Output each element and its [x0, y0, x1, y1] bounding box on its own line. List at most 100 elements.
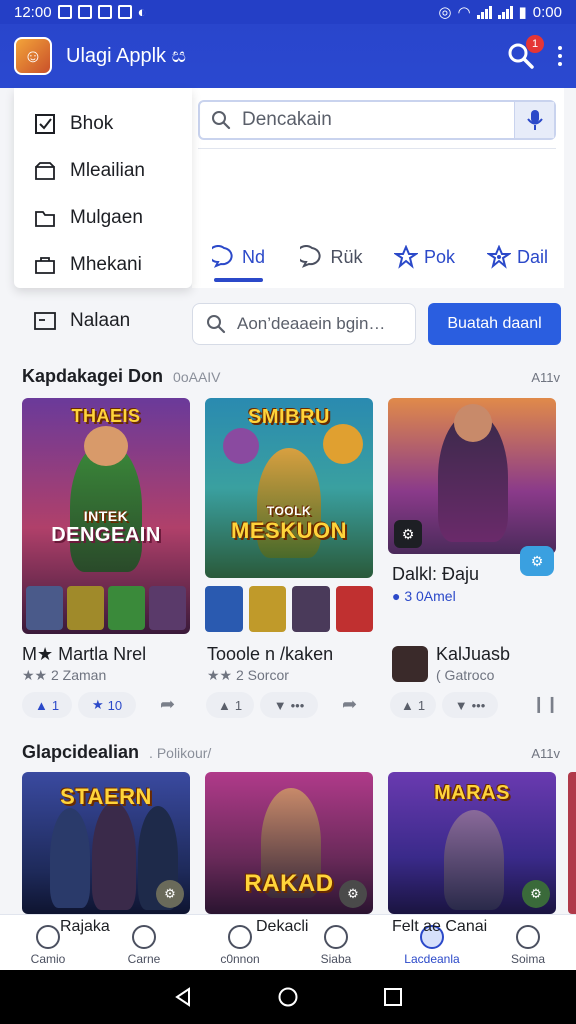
- status-bar: 12:00 ◐ ◎ ◠ ▮ 0:00: [0, 0, 576, 24]
- controller-icon: [132, 925, 156, 949]
- microphone-icon: [526, 110, 543, 130]
- section-title: Glapcidealian: [22, 742, 140, 762]
- drawer-item-mulgaen[interactable]: Mulgaen: [14, 194, 192, 241]
- game-card-image[interactable]: RAKAD ⚙: [205, 772, 373, 914]
- game-card-image[interactable]: STAERN ⚙: [22, 772, 190, 914]
- game-title[interactable]: Tooole n /kaken: [207, 644, 333, 665]
- notification-icon: [77, 5, 92, 19]
- notification-icon: [97, 5, 112, 19]
- check-circle-icon: [324, 925, 348, 949]
- search-panel: Dencakain Nd Rük Pok Dail: [192, 88, 564, 288]
- drawer-item-label: Mhekani: [70, 253, 142, 275]
- system-navigation-bar: [0, 970, 576, 1024]
- drawer-item-bhok[interactable]: Bhok: [14, 100, 192, 147]
- drawer-item-label: Mleailian: [70, 159, 145, 181]
- search-icon: [207, 315, 226, 334]
- comment-button[interactable]: ▼ •••: [442, 692, 498, 718]
- share-icon[interactable]: ➦: [342, 694, 357, 715]
- like-button[interactable]: ▲ 1: [390, 692, 436, 718]
- game-card-image[interactable]: THAEIS INTEK DENGEAIN: [22, 398, 190, 634]
- avatar[interactable]: [292, 586, 330, 632]
- nav-item-soima[interactable]: Soima: [480, 915, 576, 970]
- avatar[interactable]: [335, 586, 373, 632]
- star-icon: [393, 245, 418, 269]
- tab-label: Pok: [423, 246, 456, 267]
- nav-item-carne[interactable]: Carne: [96, 915, 192, 970]
- app-logo[interactable]: ☺: [14, 37, 52, 75]
- game-title[interactable]: Dalkl: Đaju: [392, 564, 479, 585]
- pencil-icon: [228, 925, 252, 949]
- character-thumbnails: [26, 586, 186, 630]
- comment-button[interactable]: ▼ •••: [260, 692, 318, 718]
- search-input[interactable]: Dencakain: [198, 100, 556, 140]
- chat-icon: [211, 245, 233, 268]
- back-icon[interactable]: [172, 986, 194, 1008]
- tab-dail[interactable]: Dail: [471, 232, 564, 282]
- primary-action-button[interactable]: Buatah daanl: [428, 303, 561, 345]
- notification-icon: [117, 5, 132, 19]
- gear-icon: ⚙: [394, 520, 422, 548]
- tab-bar: Nd Rük Pok Dail: [192, 232, 564, 282]
- see-all-link[interactable]: A11v: [531, 370, 560, 385]
- character-thumbnails: [205, 586, 373, 632]
- game-card-image[interactable]: ⚙: [388, 398, 556, 554]
- box-icon: [34, 161, 56, 181]
- gear-icon: ⚙: [156, 880, 184, 908]
- wifi-icon: ◠: [457, 4, 471, 21]
- notification-badge: 1: [526, 35, 544, 53]
- secondary-search-input[interactable]: Aon’deaaein bgin…: [192, 303, 416, 345]
- star-gear-icon: [486, 245, 511, 269]
- game-art-subtitle: DENGEAIN: [51, 524, 161, 546]
- game-art-title: THAEIS: [71, 406, 141, 426]
- comment-icon: ▼: [273, 697, 287, 713]
- game-meta: ★★ 2 Zaman: [22, 667, 107, 683]
- like-button[interactable]: ▲ 1: [206, 692, 254, 718]
- smile-icon: [516, 925, 540, 949]
- drawer-item-mhekani[interactable]: Mhekani: [14, 241, 192, 288]
- badge-icon[interactable]: ⚙: [520, 546, 554, 576]
- notification-icon: [57, 5, 72, 19]
- gear-icon: ⚙: [522, 880, 550, 908]
- status-time: 12:00: [14, 3, 52, 21]
- home-icon[interactable]: [277, 986, 299, 1008]
- game-card-image[interactable]: SMIBRU TOOLK MESKUON: [205, 398, 373, 578]
- secondary-search-placeholder: Aon’deaaein bgin…: [237, 314, 386, 333]
- folder-icon: [34, 208, 56, 228]
- more-menu-button[interactable]: [558, 46, 562, 66]
- game-art-tag: TOOLK: [266, 504, 312, 518]
- share-icon[interactable]: ➦: [160, 694, 175, 715]
- game-art-subtitle: MESKUON: [231, 518, 347, 543]
- drawer-item-mleailian[interactable]: Mleailian: [14, 147, 192, 194]
- stats-icon[interactable]: ❙❙: [532, 694, 559, 714]
- star-button[interactable]: ★ 10: [78, 692, 136, 718]
- game-title[interactable]: M★ Martla Nrel: [22, 644, 146, 665]
- game-meta: ● 3 0Amel: [392, 588, 456, 604]
- section-title: Kapdakagei Don: [22, 366, 164, 386]
- tab-ruk[interactable]: Rük: [285, 232, 378, 282]
- tab-pok[interactable]: Pok: [378, 232, 471, 282]
- checkbox-icon: [34, 113, 56, 134]
- drawer-item-nalaan[interactable]: Nalaan: [14, 298, 190, 344]
- avatar[interactable]: [392, 646, 428, 682]
- avatar[interactable]: [205, 586, 243, 632]
- thumbs-up-icon: ▲: [34, 697, 48, 713]
- game-title[interactable]: KalJuasb: [436, 644, 510, 665]
- see-all-link[interactable]: A11v: [531, 746, 560, 761]
- avatar[interactable]: [248, 586, 286, 632]
- section-subtitle: 0oAAIV: [173, 369, 221, 385]
- drawer-item-label: Nalaan: [70, 310, 131, 331]
- like-button[interactable]: ▲ 1: [22, 692, 72, 718]
- thumbs-up-icon: ▲: [217, 697, 231, 713]
- star-icon: ★: [91, 697, 104, 712]
- game-art-title: MARAS: [434, 782, 510, 804]
- game-card-image[interactable]: [568, 772, 576, 914]
- section-header: Kapdakagei Don 0oAAIV A11v: [22, 366, 560, 390]
- game-card-image[interactable]: MARAS ⚙: [388, 772, 556, 914]
- search-button[interactable]: 1: [506, 35, 544, 71]
- bag-icon: [34, 255, 56, 275]
- recents-icon[interactable]: [382, 986, 404, 1008]
- app-bar: ☺ Ulagi Applk ස 1: [0, 24, 576, 88]
- drawer-item-label: Mulgaen: [70, 206, 143, 228]
- voice-search-button[interactable]: [514, 102, 554, 138]
- tab-nd[interactable]: Nd: [192, 232, 285, 282]
